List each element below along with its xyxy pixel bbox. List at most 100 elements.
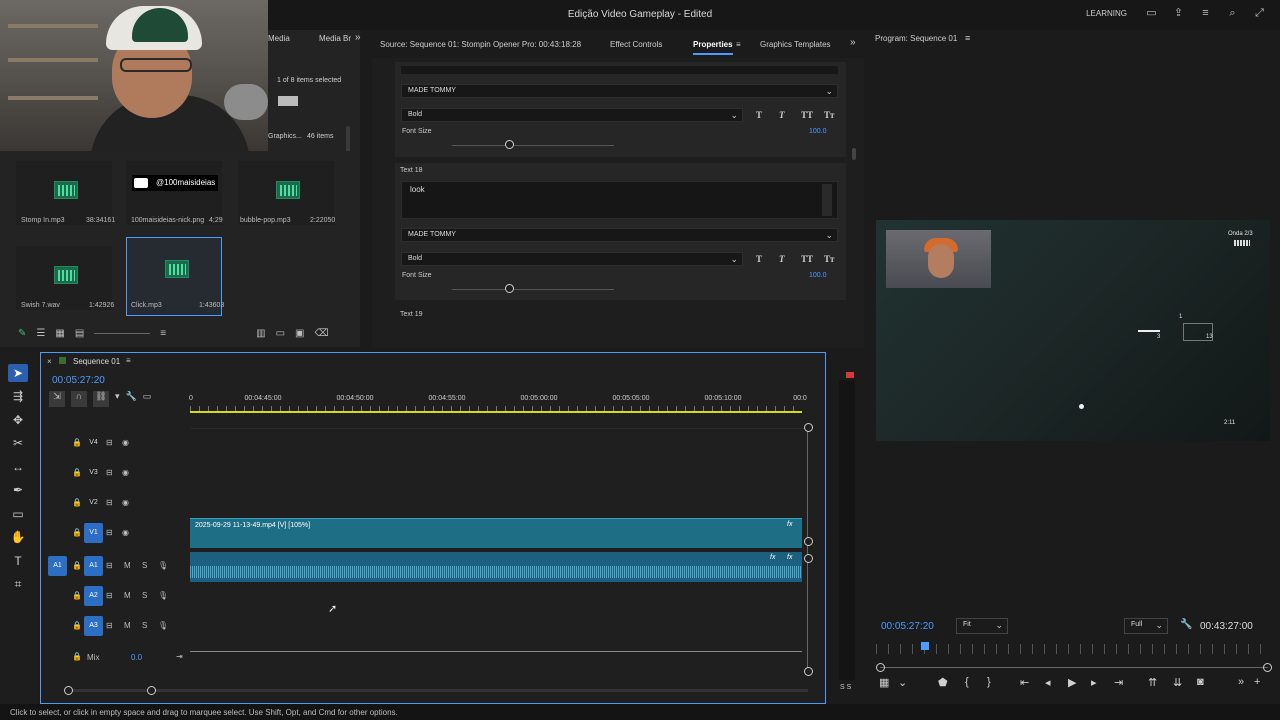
slip-tool-icon[interactable]: ↔ [8,458,28,476]
solo-button[interactable]: S [142,591,147,600]
lock-icon[interactable]: 🔒 [72,621,82,630]
horizontal-scrollbar[interactable] [68,689,808,692]
new-bin-icon[interactable]: ▥ [256,328,265,342]
settings-wrench-icon[interactable]: 🔧 [126,391,137,407]
track-label[interactable]: V3 [84,463,103,483]
small-caps-button[interactable]: Tт [824,254,834,264]
snap-icon[interactable]: ∩ [71,391,87,407]
panel-layout-icon[interactable]: ▭ [1145,8,1158,19]
scrub-end-knob[interactable] [1263,663,1272,672]
meter-solo-label[interactable]: S S [840,684,851,691]
close-icon[interactable]: × [47,357,52,366]
font-size-value[interactable]: 100.0 [809,128,827,135]
solo-button[interactable]: S [142,561,147,570]
font-dropdown[interactable]: MADE TOMMY ⌄ [401,228,838,242]
track-label[interactable]: V4 [84,433,103,453]
extract-icon[interactable]: ⇊ [1173,676,1182,689]
scroll-knob[interactable] [804,667,813,676]
razor-tool-icon[interactable]: ✂ [8,434,28,452]
sync-lock-icon[interactable]: ⊟ [106,528,113,537]
audio-clip[interactable]: fx fx [190,552,802,582]
play-icon[interactable]: ▶ [1068,676,1076,689]
mute-button[interactable]: M [124,591,131,600]
mic-icon[interactable]: 🎙 [158,561,168,570]
list-view-icon[interactable]: ☰ [36,328,45,342]
lock-icon[interactable]: 🔒 [72,591,82,600]
eye-icon[interactable]: ◉ [122,468,129,477]
faux-italic-button[interactable]: T [779,254,785,264]
go-to-out-icon[interactable]: ⇥ [1114,676,1123,689]
tab-media[interactable]: Media [268,34,290,43]
clip-thumb[interactable]: @100maisideias [126,161,222,225]
track-label[interactable]: A2 [84,586,103,606]
nest-icon[interactable]: ⇲ [49,391,65,407]
rectangle-tool-icon[interactable]: ▭ [8,505,28,523]
sync-lock-icon[interactable]: ⊟ [106,468,113,477]
mute-button[interactable]: M [124,621,131,630]
sync-lock-icon[interactable]: ⊟ [106,591,113,600]
add-marker-icon[interactable]: ▾ [115,391,120,407]
search-icon[interactable]: ⌕ [1226,8,1239,19]
zoom-start-knob[interactable] [64,686,73,695]
zoom-end-knob[interactable] [147,686,156,695]
playhead-marker[interactable] [921,642,929,650]
font-style-dropdown[interactable]: Bold ⌄ [401,108,743,122]
program-timecode[interactable]: 00:05:27:20 [881,621,934,632]
properties-menu-icon[interactable]: ≡ [736,40,741,49]
step-back-icon[interactable]: ◂ [1045,676,1051,689]
tab-properties[interactable]: Properties [693,40,733,55]
tab-effect-controls[interactable]: Effect Controls [610,40,662,49]
add-marker-icon[interactable]: ⬟ [938,676,948,689]
faux-bold-button[interactable]: T [756,110,762,120]
lock-icon[interactable]: 🔒 [72,652,82,661]
faux-italic-button[interactable]: T [779,110,785,120]
lock-icon[interactable]: 🔒 [72,468,82,477]
lock-icon[interactable]: 🔒 [72,498,82,507]
selection-tool-icon[interactable]: ➤ [8,364,28,382]
font-style-dropdown[interactable]: Bold ⌄ [401,252,743,266]
share-icon[interactable]: ⇪ [1172,8,1185,19]
scrub-start-knob[interactable] [876,663,885,672]
track-label[interactable]: A3 [84,616,103,636]
safe-margins-icon[interactable]: ▦ [879,676,889,689]
track-label[interactable]: V2 [84,493,103,513]
properties-scrollbar[interactable] [852,148,856,160]
program-menu-icon[interactable]: ≡ [965,33,970,43]
eye-icon[interactable]: ◉ [122,528,129,537]
type-tool-icon[interactable]: T [8,552,28,570]
ripple-edit-tool-icon[interactable]: ✥ [8,411,28,429]
font-size-slider-knob[interactable] [505,140,514,149]
small-caps-button[interactable]: Tт [824,110,834,120]
mix-value[interactable]: 0.0 [131,653,142,662]
font-dropdown[interactable]: MADE TOMMY ⌄ [401,84,838,98]
mute-button[interactable]: M [124,561,131,570]
quality-dropdown[interactable]: Full ⌄ [1124,618,1168,634]
video-clip[interactable]: 2025-09-29 11-13-49.mp4 [V] [105%] fx [190,518,802,548]
scroll-knob[interactable] [804,423,813,432]
previous-text-field[interactable] [401,66,838,74]
more-tabs-icon[interactable]: » [850,37,856,48]
more-controls-icon[interactable]: » [1238,676,1244,688]
zoom-fit-dropdown[interactable]: Fit ⌄ [956,618,1008,634]
zoom-slider[interactable] [94,328,151,334]
icon-view-icon[interactable]: ▦ [55,328,64,342]
folder-icon[interactable]: ▭ [276,328,285,342]
track-label[interactable]: V1 [84,523,103,543]
lock-icon[interactable]: 🔒 [72,561,82,570]
source-patch-label[interactable]: A1 [48,556,67,576]
captions-icon[interactable]: ▭ [143,391,152,407]
timeline-ruler[interactable]: 0 00:04:45:00 00:04:50:00 00:04:55:00 00… [189,390,808,414]
sync-lock-icon[interactable]: ⊟ [106,621,113,630]
mic-icon[interactable]: 🎙 [158,621,168,630]
program-video-frame[interactable]: Onda 2/3 3 13 1 2:11 [876,220,1270,441]
caption-tool-icon[interactable]: ⌗ [8,575,28,593]
tab-media-browser[interactable]: Media Br [319,34,351,43]
work-area-bar[interactable] [190,411,802,413]
tab-graphics-templates[interactable]: Graphics Templates [760,40,831,49]
learning-workspace[interactable]: LEARNING [1086,9,1127,18]
eye-icon[interactable]: ◉ [122,498,129,507]
tab-source[interactable]: Source: Sequence 01: Stompin Opener Pro:… [380,40,581,49]
timeline-timecode[interactable]: 00:05:27:20 [52,375,105,386]
mic-icon[interactable]: 🎙 [158,591,168,600]
text18-scrollbar[interactable] [822,184,832,216]
